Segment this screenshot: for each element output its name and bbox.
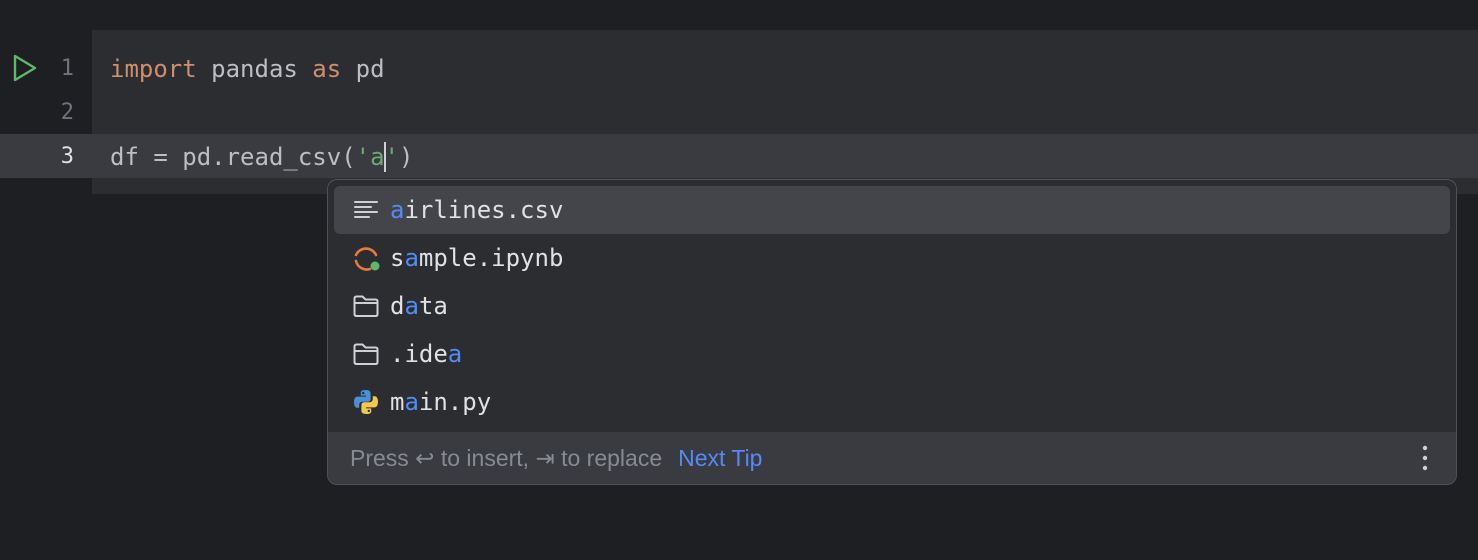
completion-list[interactable]: airlines.csv sample.ipynb data .idea mai… (334, 186, 1450, 426)
completion-item-sample-ipynb[interactable]: sample.ipynb (334, 234, 1450, 282)
completion-item-label: sample.ipynb (390, 244, 564, 272)
line-number-1: 1 (60, 56, 74, 81)
code-line-1[interactable]: import pandas as pd (110, 54, 385, 84)
code-text: ) (399, 143, 414, 171)
python-file-icon (354, 390, 378, 414)
completion-item-label: main.py (390, 388, 492, 416)
completion-item-idea[interactable]: .idea (334, 330, 1450, 378)
code-editor[interactable]: 1 2 3 import pandas as pd df = pd.read_c… (0, 0, 1478, 560)
completion-item-data[interactable]: data (334, 282, 1450, 330)
completion-footer: Press ↩ to insert, ⇥ to replace Next Tip (328, 432, 1456, 484)
keyword-as: as (312, 55, 342, 83)
jupyter-notebook-icon (354, 247, 380, 271)
code-line-3[interactable]: df = pd.read_csv('a') (110, 142, 413, 172)
next-tip-link[interactable]: Next Tip (678, 445, 762, 472)
line-number-2: 2 (60, 100, 74, 125)
keyword-import: import (110, 55, 197, 83)
line-number-3: 3 (60, 144, 74, 169)
completion-item-airlines-csv[interactable]: airlines.csv (334, 186, 1450, 234)
run-cell-icon[interactable] (12, 54, 38, 82)
completion-item-main-py[interactable]: main.py (334, 378, 1450, 426)
completion-hint: Press ↩ to insert, ⇥ to replace (350, 444, 663, 471)
code-text: pandas (196, 55, 313, 83)
more-vertical-icon[interactable] (1420, 444, 1430, 472)
string-literal-open: 'a (355, 143, 385, 171)
code-text: pd (341, 55, 385, 83)
completion-popup[interactable]: airlines.csv sample.ipynb data .idea mai… (327, 179, 1457, 485)
folder-icon (353, 295, 379, 317)
completion-item-label: .idea (390, 340, 463, 368)
code-text: df = pd.read_csv( (110, 143, 356, 171)
text-file-icon (354, 201, 378, 218)
string-literal-close: ' (384, 143, 399, 171)
completion-item-label: airlines.csv (390, 196, 564, 224)
completion-item-label: data (390, 292, 448, 320)
folder-icon (353, 343, 379, 365)
